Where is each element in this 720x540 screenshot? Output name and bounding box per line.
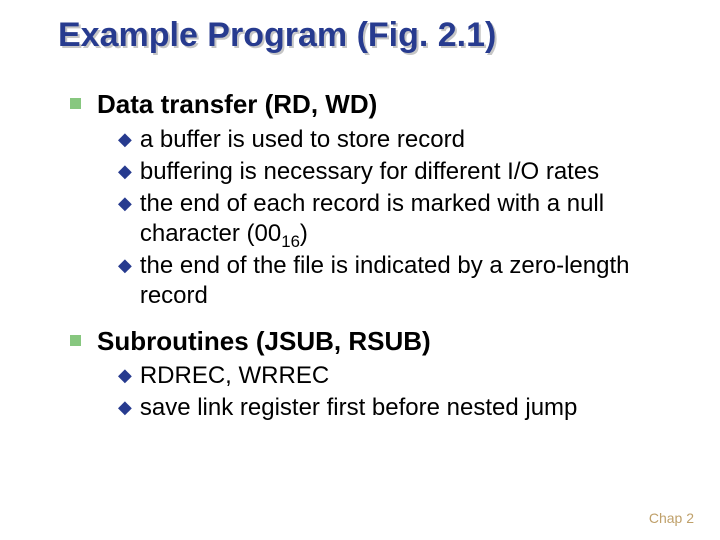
list-item: the end of the file is indicated by a ze…: [118, 251, 660, 311]
diamond-bullet-icon: [118, 256, 132, 274]
section-items: RDREC, WRREC save link register first be…: [118, 361, 660, 423]
list-item: buffering is necessary for different I/O…: [118, 157, 660, 187]
slide-body: Data transfer (RD, WD) a buffer is used …: [70, 80, 660, 425]
square-bullet-icon: [70, 98, 81, 109]
section-items: a buffer is used to store record bufferi…: [118, 125, 660, 311]
list-item-text: the end of each record is marked with a …: [140, 189, 660, 249]
section-heading: Subroutines (JSUB, RSUB): [70, 325, 660, 358]
diamond-bullet-icon: [118, 398, 132, 416]
diamond-bullet-icon: [118, 130, 132, 148]
list-item-text: a buffer is used to store record: [140, 125, 465, 155]
list-item: the end of each record is marked with a …: [118, 189, 660, 249]
diamond-bullet-icon: [118, 162, 132, 180]
list-item-text: save link register first before nested j…: [140, 393, 578, 423]
list-item: RDREC, WRREC: [118, 361, 660, 391]
list-item: save link register first before nested j…: [118, 393, 660, 423]
section-heading-text: Data transfer (RD, WD): [97, 88, 377, 121]
diamond-bullet-icon: [118, 194, 132, 212]
list-item: a buffer is used to store record: [118, 125, 660, 155]
diamond-bullet-icon: [118, 366, 132, 384]
slide-title: Example Program (Fig. 2.1): [58, 16, 496, 55]
slide-footer: Chap 2: [649, 510, 694, 526]
list-item-text: RDREC, WRREC: [140, 361, 329, 391]
section-heading: Data transfer (RD, WD): [70, 88, 660, 121]
list-item-text: the end of the file is indicated by a ze…: [140, 251, 660, 311]
slide: Example Program (Fig. 2.1) Data transfer…: [0, 0, 720, 540]
section-heading-text: Subroutines (JSUB, RSUB): [97, 325, 431, 358]
list-item-text: buffering is necessary for different I/O…: [140, 157, 599, 187]
square-bullet-icon: [70, 335, 81, 346]
